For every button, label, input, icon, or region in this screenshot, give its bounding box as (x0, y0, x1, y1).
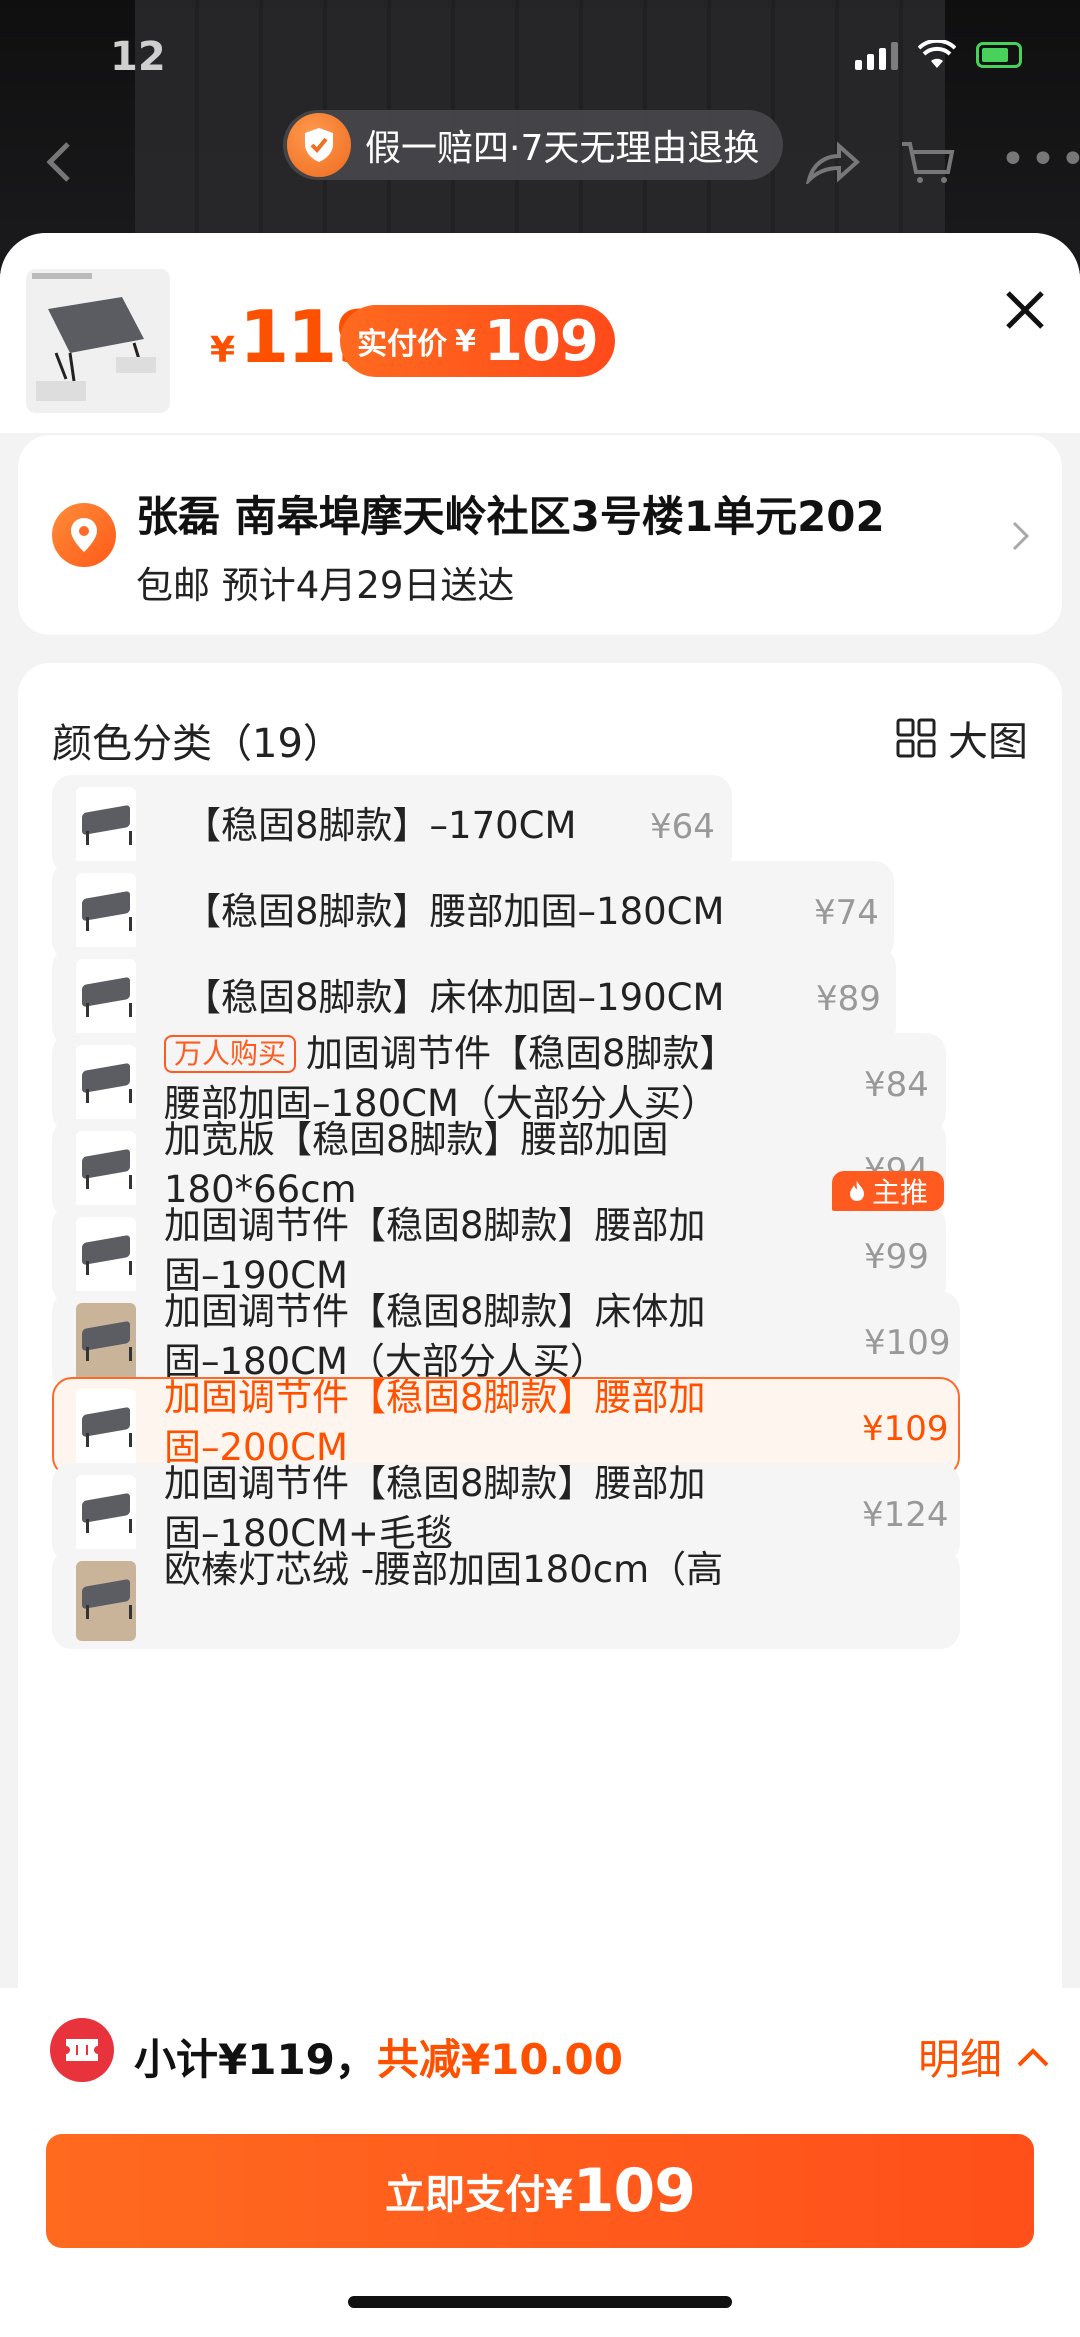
battery-icon (976, 42, 1022, 68)
actual-price-label: 实付价 (357, 327, 448, 362)
signal-icon (855, 40, 898, 70)
shield-check-icon (287, 113, 351, 177)
option-label: 加固调节件【稳固8脚款】腰部加 固–200CM (164, 1373, 864, 1473)
wifi-icon (918, 40, 956, 68)
subtotal-text: 小计¥119，共减¥10.00 (134, 2026, 623, 2087)
back-icon[interactable] (44, 140, 74, 195)
option-label-line1: 加固调节件【稳固8脚款】床体加 (164, 1290, 706, 1333)
option-price: ¥124 (862, 1495, 949, 1535)
fire-icon (849, 1181, 864, 1201)
sheet-header: ¥ 119 实付价 ¥ 109 (0, 233, 1080, 433)
pay-now-button[interactable]: 立即支付¥ 109 (46, 2134, 1034, 2248)
option-label-line1: 加固调节件【稳固8脚款】腰部加 (164, 1204, 706, 1247)
option-price: ¥99 (864, 1237, 929, 1277)
options-title: 颜色分类（19） (52, 721, 343, 767)
option-price: ¥89 (816, 979, 881, 1019)
option-thumbnail (76, 1045, 136, 1125)
price-symbol: ¥ (210, 330, 236, 371)
recommended-badge: 主推 (832, 1171, 944, 1211)
guarantee-banner: 假一赔四·7天无理由退换 (283, 110, 783, 180)
status-time: 12 (110, 34, 166, 80)
address-line: 张磊 南皋埠摩天岭社区3号楼1单元202 (136, 492, 885, 541)
option-label: 【稳固8脚款】床体加固–190CM (184, 976, 725, 1019)
option-thumbnail (76, 1389, 136, 1469)
more-icon[interactable]: ••• (1000, 134, 1080, 185)
pay-button-label: 立即支付¥ (384, 2172, 573, 2218)
grid-icon (896, 718, 936, 758)
option-thumbnail (76, 1303, 136, 1383)
cart-icon[interactable] (900, 140, 956, 184)
option-price: ¥109 (864, 1323, 951, 1363)
option-thumbnail (76, 1475, 136, 1555)
delivery-info: 包邮 预计4月29日送达 (136, 564, 515, 607)
close-icon[interactable] (1000, 285, 1050, 335)
chevron-up-icon (1017, 2047, 1049, 2066)
actual-price-symbol: ¥ (455, 323, 476, 359)
option-item[interactable]: 欧榛灯芯绒 -腰部加固180cm（高 (52, 1548, 960, 1649)
option-label: 【稳固8脚款】–170CM (184, 804, 577, 847)
option-thumbnail (76, 1131, 136, 1211)
option-label: 加固调节件【稳固8脚款】腰部加 固–190CM (164, 1201, 864, 1301)
option-label: 加宽版【稳固8脚款】腰部加固 180*66cm (164, 1115, 864, 1215)
detail-label: 明细 (917, 2035, 1002, 2084)
option-label: 加固调节件【稳固8脚款】床体加 固–180CM（大部分人买） (164, 1287, 864, 1387)
address-card[interactable]: 张磊 南皋埠摩天岭社区3号楼1单元202 包邮 预计4月29日送达 (18, 435, 1062, 635)
share-icon[interactable] (805, 140, 861, 184)
option-label-line1: 加固调节件【稳固8脚款】 (306, 1032, 737, 1075)
recommended-label: 主推 (871, 1176, 928, 1209)
big-picture-label: 大图 (948, 719, 1028, 765)
subtotal-amount: 小计¥119， (134, 2035, 377, 2084)
option-thumbnail (76, 787, 136, 867)
product-thumbnail[interactable] (26, 269, 170, 413)
option-label-line1: 加固调节件【稳固8脚款】腰部加 (164, 1462, 706, 1505)
pay-button-amount: 109 (572, 2156, 696, 2226)
big-picture-toggle[interactable]: 大图 (896, 709, 1028, 767)
option-thumbnail (76, 959, 136, 1039)
option-price: ¥74 (814, 893, 879, 933)
detail-toggle[interactable]: 明细 (918, 2026, 1050, 2087)
coupon-icon (50, 2018, 114, 2082)
option-label-line1: 加宽版【稳固8脚款】腰部加固 (164, 1118, 669, 1161)
status-bar: 12 (0, 0, 1080, 120)
option-thumbnail (76, 1217, 136, 1297)
popular-tag: 万人购买 (164, 1035, 297, 1073)
option-label: 欧榛灯芯绒 -腰部加固180cm（高 (164, 1548, 724, 1591)
option-label: 万人购买 加固调节件【稳固8脚款】 腰部加固–180CM（大部分人买） (164, 1029, 864, 1129)
location-pin-icon (52, 503, 116, 567)
status-icons (855, 40, 1022, 70)
checkout-bar: 小计¥119，共减¥10.00 明细 立即支付¥ 109 (0, 1988, 1080, 2337)
option-item[interactable]: 【稳固8脚款】–170CM ¥64 (52, 775, 732, 875)
option-label-line1: 加固调节件【稳固8脚款】腰部加 (164, 1376, 706, 1419)
option-thumbnail (76, 873, 136, 953)
actual-price-badge: 实付价 ¥ 109 (340, 305, 615, 377)
option-price: ¥64 (650, 807, 715, 847)
chevron-right-icon (1012, 521, 1030, 551)
option-price: ¥84 (864, 1065, 929, 1105)
option-item[interactable]: 【稳固8脚款】腰部加固–180CM ¥74 (52, 861, 894, 961)
option-label: 加固调节件【稳固8脚款】腰部加 固–180CM+毛毯 (164, 1459, 864, 1559)
option-price: ¥109 (862, 1409, 949, 1449)
actual-price-value: 109 (483, 308, 599, 374)
home-indicator (348, 2296, 732, 2308)
discount-amount: 共减¥10.00 (376, 2035, 623, 2084)
option-thumbnail (76, 1561, 136, 1641)
option-label: 【稳固8脚款】腰部加固–180CM (184, 890, 725, 933)
color-options-card: 颜色分类（19） 大图 【稳固8脚款】–170CM ¥64 【稳固8脚款】腰部加… (18, 663, 1062, 2163)
guarantee-text: 假一赔四·7天无理由退换 (365, 128, 760, 169)
